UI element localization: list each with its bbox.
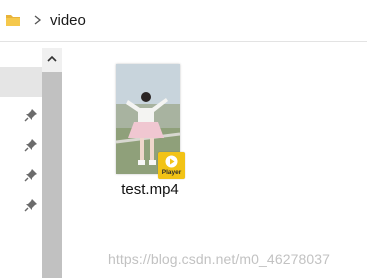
chevron-right-icon[interactable] <box>32 10 44 30</box>
scroll-up-button[interactable] <box>42 48 62 72</box>
address-bar[interactable]: video <box>0 0 367 42</box>
nav-item-selected[interactable] <box>0 67 42 97</box>
pin-icon[interactable] <box>24 198 38 212</box>
watermark-text: https://blog.csdn.net/m0_46278037 <box>108 251 331 267</box>
pin-icon[interactable] <box>24 108 38 122</box>
play-icon <box>165 155 178 168</box>
navigation-pane <box>0 43 42 278</box>
scrollbar-thumb[interactable] <box>42 72 62 278</box>
pin-icon[interactable] <box>24 138 38 152</box>
chevron-up-icon <box>47 55 57 62</box>
badge-label: Player <box>161 169 182 176</box>
file-name[interactable]: test.mp4 <box>100 181 200 199</box>
player-badge: Player <box>158 152 185 179</box>
folder-icon <box>6 15 20 26</box>
breadcrumb-current-folder[interactable]: video <box>50 11 86 31</box>
file-list-area[interactable] <box>62 43 367 278</box>
pin-icon[interactable] <box>24 168 38 182</box>
